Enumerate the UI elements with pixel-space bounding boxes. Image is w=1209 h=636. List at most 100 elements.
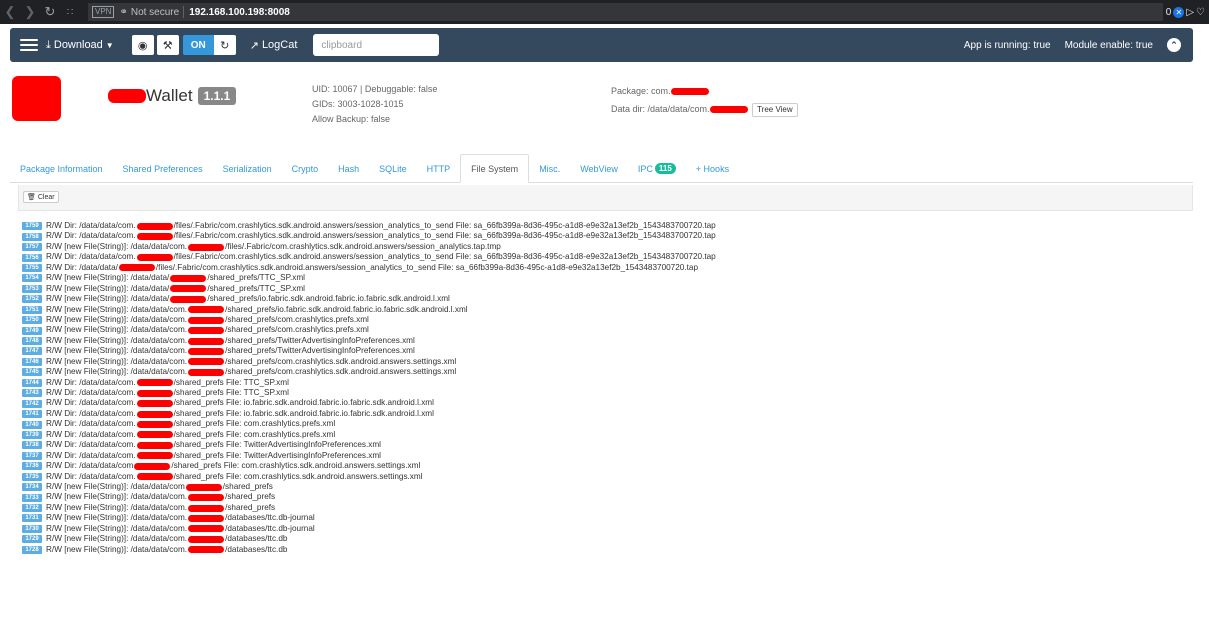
tab-file-system[interactable]: File System <box>460 154 530 183</box>
tab-label: WebView <box>580 163 618 174</box>
globe-icon[interactable]: ⚭ <box>119 7 127 18</box>
on-toggle-button[interactable]: ON <box>182 35 214 55</box>
log-row: 1739 R/W Dir: /data/data/com. /shared_pref… <box>22 430 1192 440</box>
log-number-badge: 1751 <box>22 305 42 314</box>
apps-grid-icon[interactable]: ∷ <box>60 7 80 18</box>
log-prefix: R/W [new File(String)]: /data/data/com. <box>46 523 188 533</box>
vpn-extension-icon[interactable]: ✕ <box>1173 6 1185 18</box>
refresh-button[interactable]: ↻ <box>213 35 236 55</box>
chevron-up-icon[interactable]: ⌃ <box>1167 38 1181 52</box>
log-row: 1733 R/W [new File(String)]: /data/data/c… <box>22 492 1192 502</box>
log-row: 1747 R/W [new File(String)]: /data/data/c… <box>22 346 1192 356</box>
redacted-segment <box>136 421 173 429</box>
log-path: /databases/ttc.db <box>225 544 288 554</box>
log-row: 1742 R/W Dir: /data/data/com. /shared_pref… <box>22 398 1192 408</box>
log-prefix: R/W [new File(String)]: /data/data/com. <box>46 367 188 377</box>
log-prefix: R/W [new File(String)]: /data/data/com. <box>46 513 188 523</box>
log-path: /shared_prefs File: TTC_SP.xml <box>173 388 289 397</box>
log-path: /databases/ttc.db-journal <box>225 513 315 523</box>
vpn-badge[interactable]: VPN <box>92 6 115 18</box>
log-row: 1755 R/W Dir: /data/data/ /files/.Fabric/c… <box>22 263 1192 273</box>
clear-button[interactable]: 🗑 Clear <box>23 191 59 203</box>
redacted-segment <box>136 254 173 262</box>
wrench-button[interactable]: ⚒ <box>156 35 179 55</box>
log-path: /shared_prefs File: com.crashlytics.pref… <box>173 429 336 439</box>
log-path: /shared_prefs File: io.fabric.sdk.androi… <box>173 408 434 418</box>
tab-shared-preferences[interactable]: Shared Preferences <box>113 155 213 182</box>
download-icon: ⤓ <box>46 38 51 51</box>
log-path: /shared_prefs/com.crashlytics.prefs.xml <box>225 314 369 324</box>
tab-misc[interactable]: Misc. <box>529 155 570 182</box>
tree-view-button[interactable]: Tree View <box>752 103 798 117</box>
log-number-badge: 1739 <box>22 430 42 439</box>
forward-icon[interactable]: ❯ <box>20 4 40 20</box>
log-number-badge: 1737 <box>22 451 42 460</box>
file-system-log: 1759 R/W Dir: /data/data/com. /files/.Fabr… <box>22 221 1192 555</box>
log-prefix: R/W [new File(String)]: /data/data/com. <box>46 356 188 366</box>
redacted-name <box>108 89 146 103</box>
log-path: /shared_prefs/com.crashlytics.prefs.xml <box>225 325 369 335</box>
security-status[interactable]: Not secure <box>131 7 179 18</box>
log-path: /shared_prefs File: TwitterAdvertisingIn… <box>173 450 381 460</box>
redacted-segment <box>170 285 207 293</box>
log-path: /shared_prefs File: com.crashlytics.pref… <box>173 419 336 429</box>
package-line: Package: com. <box>611 82 798 100</box>
tab-hash[interactable]: Hash <box>328 155 369 182</box>
log-number-badge: 1743 <box>22 389 42 398</box>
address-bar[interactable]: VPN ⚭ Not secure 192.168.100.198:8008 <box>88 3 1163 21</box>
tab-webview[interactable]: WebView <box>570 155 628 182</box>
log-path: /shared_prefs File: TwitterAdvertisingIn… <box>173 440 381 450</box>
tab-package-information[interactable]: Package Information <box>10 155 113 182</box>
back-icon[interactable]: ❮ <box>0 4 20 20</box>
log-number-badge: 1735 <box>22 472 42 481</box>
tab-http[interactable]: HTTP <box>417 155 461 182</box>
tab-crypto[interactable]: Crypto <box>282 155 329 182</box>
external-link-icon: ↗ <box>249 39 259 52</box>
log-row: 1736 R/W Dir: /data/data/com/shared_prefs… <box>22 461 1192 471</box>
caret-down-icon: ▼ <box>105 40 114 50</box>
log-row: 1752 R/W [new File(String)]: /data/data/ /… <box>22 294 1192 304</box>
log-path: /shared_prefs/io.fabric.sdk.android.fabr… <box>207 294 450 304</box>
log-number-badge: 1733 <box>22 493 42 502</box>
camera-icon: ◉ <box>137 39 148 52</box>
log-row: 1729 R/W [new File(String)]: /data/data/c… <box>22 534 1192 544</box>
tab-ipc[interactable]: IPC 115 <box>628 155 686 182</box>
redacted-segment <box>188 327 225 335</box>
tab-hooks[interactable]: + Hooks <box>686 155 739 182</box>
screenshot-button[interactable]: ◉ <box>131 35 154 55</box>
gids-line: GIDs: 3003-1028-1015 <box>312 99 404 109</box>
redacted-segment <box>170 274 207 282</box>
log-prefix: R/W Dir: /data/data/com. <box>46 231 136 241</box>
log-row: 1746 R/W [new File(String)]: /data/data/c… <box>22 357 1192 367</box>
reload-icon[interactable]: ↻ <box>40 4 60 20</box>
app-navbar: ⤓ Download ▼ ◉ ⚒ ON ↻ ↗ LogCat App is ru… <box>10 28 1193 62</box>
play-icon[interactable]: ▷ <box>1186 7 1194 18</box>
logcat-label: LogCat <box>261 39 298 51</box>
log-prefix: R/W Dir: /data/data/com. <box>46 429 136 439</box>
log-prefix: R/W Dir: /data/data/com. <box>46 408 136 418</box>
redacted-segment <box>188 306 225 314</box>
tab-serialization[interactable]: Serialization <box>213 155 282 182</box>
download-dropdown[interactable]: ⤓ Download ▼ <box>46 39 114 52</box>
log-prefix: R/W Dir: /data/data/com. <box>46 388 136 397</box>
menu-icon[interactable] <box>20 39 38 51</box>
logcat-link[interactable]: ↗ LogCat <box>250 39 298 52</box>
tab-sqlite[interactable]: SQLite <box>369 155 417 182</box>
redacted-segment <box>188 535 225 543</box>
divider <box>183 6 185 18</box>
log-prefix: R/W Dir: /data/data/com. <box>46 398 136 408</box>
log-number-badge: 1741 <box>22 410 42 419</box>
log-toolbar: 🗑 Clear <box>18 185 1193 211</box>
log-path: /files/.Fabric/com.crashlytics.sdk.andro… <box>173 221 716 230</box>
tab-label: HTTP <box>426 163 451 174</box>
redacted-segment <box>136 441 173 449</box>
log-row: 1741 R/W Dir: /data/data/com. /shared_pref… <box>22 409 1192 419</box>
log-row: 1728 R/W [new File(String)]: /data/data/c… <box>22 545 1192 555</box>
heart-icon[interactable]: ♡ <box>1196 7 1205 18</box>
redacted-segment <box>188 514 225 522</box>
log-number-badge: 1738 <box>22 441 42 450</box>
redacted-segment <box>188 494 225 502</box>
clipboard-input[interactable] <box>313 34 440 56</box>
url-text[interactable]: 192.168.100.198:8008 <box>189 7 290 18</box>
log-number-badge: 1745 <box>22 368 42 377</box>
